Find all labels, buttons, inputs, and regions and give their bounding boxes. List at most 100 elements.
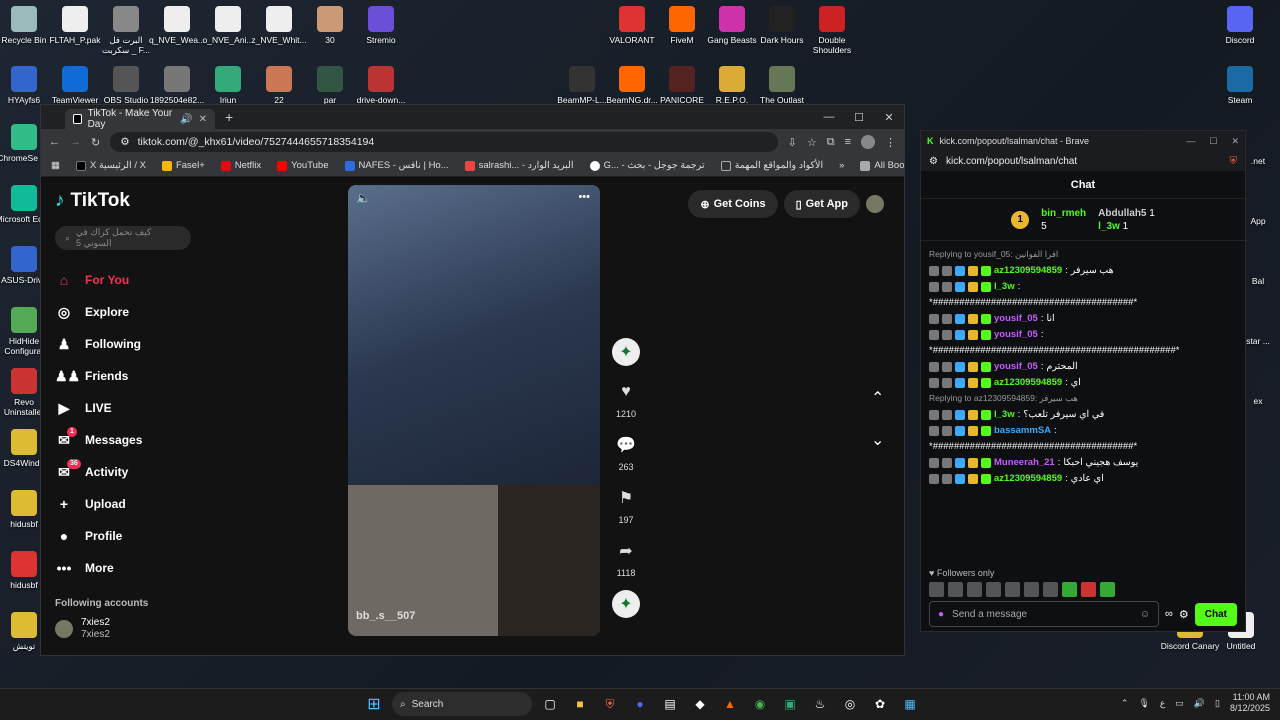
search-input[interactable]: ⌕ كيف تحمل كراك في السوني 5 — [55, 226, 191, 250]
bookmark-item[interactable]: الأكواد والمواقع المهمة — [720, 160, 823, 171]
desktop-icon[interactable]: The Outlast — [752, 66, 812, 105]
bookmark-item[interactable]: NAFES - نافس | Ho... — [344, 160, 449, 171]
emote[interactable] — [948, 582, 963, 597]
menu-icon[interactable]: ⋮ — [885, 136, 896, 149]
media-icon[interactable]: ≡ — [845, 136, 851, 148]
app-icon[interactable]: ✿ — [868, 692, 892, 716]
store-icon[interactable]: ▤ — [658, 692, 682, 716]
volume-icon[interactable]: 🔊 — [1194, 698, 1205, 709]
emote[interactable] — [1062, 582, 1077, 597]
back-icon[interactable]: ← — [49, 136, 60, 148]
video-player[interactable]: 🔈 ••• bb_.s__507 — [348, 185, 600, 636]
more-bookmarks-icon[interactable]: » — [839, 160, 844, 171]
emote[interactable] — [1100, 582, 1115, 597]
task-view-icon[interactable]: ▢ — [538, 692, 562, 716]
desktop-icon[interactable]: Double Shoulders — [802, 6, 862, 55]
maximize-icon[interactable]: ☐ — [844, 105, 874, 129]
user-avatar[interactable] — [866, 195, 884, 213]
chat-username[interactable]: bassammSA — [994, 424, 1051, 437]
chat-send-button[interactable]: Chat — [1194, 602, 1237, 626]
reply-context[interactable]: Replying to az12309594859: هب سيرفر — [929, 392, 1078, 405]
all-bookmarks[interactable]: All Bookmarks — [860, 160, 904, 171]
apps-icon[interactable]: ▦ — [51, 160, 60, 171]
close-icon[interactable]: ✕ — [1231, 136, 1239, 147]
chat-username[interactable]: az12309594859 — [994, 264, 1062, 277]
battery-icon[interactable]: ▯ — [1215, 698, 1220, 709]
chat-username[interactable]: yousif_05 — [994, 312, 1038, 325]
chat-username[interactable]: yousif_05 — [994, 328, 1038, 341]
desktop-icon[interactable]: Stremio — [351, 6, 411, 45]
emote[interactable] — [1005, 582, 1020, 597]
emote[interactable] — [967, 582, 982, 597]
nav-item-following[interactable]: ♟ Following — [55, 328, 217, 360]
app-icon[interactable]: ▦ — [898, 692, 922, 716]
desktop-icon[interactable]: Discord — [1210, 6, 1270, 45]
reply-context[interactable]: Replying to yousif_05: افرا الفوانين — [929, 248, 1058, 261]
app-icon[interactable]: ▣ — [778, 692, 802, 716]
nav-item-friends[interactable]: ♟♟ Friends — [55, 360, 217, 392]
language-indicator[interactable]: ع — [1160, 698, 1165, 709]
chat-username[interactable]: yousif_05 — [994, 360, 1038, 373]
emote[interactable] — [1024, 582, 1039, 597]
emote[interactable] — [986, 582, 1001, 597]
nav-item-for-you[interactable]: ⌂ For You — [55, 264, 217, 296]
nav-item-more[interactable]: ••• More — [55, 552, 217, 584]
creator-avatar[interactable]: ✦ — [612, 338, 640, 366]
emoji-icon[interactable]: ☺ — [1140, 609, 1150, 620]
nav-item-messages[interactable]: ✉ Messages 1 — [55, 424, 217, 456]
bookmark-item[interactable]: G... - ترجمة جوجل - بحث — [589, 160, 705, 171]
reload-icon[interactable]: ↻ — [91, 136, 100, 149]
chat-username[interactable]: az12309594859 — [994, 472, 1062, 485]
points-icon[interactable]: ∞ — [1165, 608, 1173, 620]
profile-avatar[interactable] — [861, 135, 875, 149]
close-tab-icon[interactable]: ✕ — [199, 114, 207, 125]
install-icon[interactable]: ⇩ — [788, 136, 797, 149]
previous-video-icon[interactable]: ⌃ — [871, 388, 884, 408]
share-button[interactable]: ➦ 1118 — [606, 537, 646, 578]
nav-item-upload[interactable]: + Upload — [55, 488, 217, 520]
volume-icon[interactable]: 🔈 — [356, 191, 371, 205]
nav-item-live[interactable]: ▶ LIVE — [55, 392, 217, 424]
save-button[interactable]: ⚑ 197 — [606, 484, 646, 525]
leader-name[interactable]: l_3w — [1098, 221, 1120, 232]
desktop-icon[interactable]: Steam — [1210, 66, 1270, 105]
discord-icon[interactable]: ● — [628, 692, 652, 716]
mic-tray-icon[interactable]: 🎙 — [1138, 698, 1149, 709]
chat-username[interactable]: Muneerah_21 — [994, 456, 1055, 469]
app-icon[interactable]: ▲ — [718, 692, 742, 716]
following-account[interactable]: 7xies2 7xies2 — [55, 617, 217, 641]
brave-shield-icon[interactable]: ⛨ — [1230, 156, 1238, 167]
mic-icon[interactable]: ● — [938, 609, 944, 620]
site-info-icon[interactable]: ⚙ — [120, 136, 129, 148]
file-explorer-icon[interactable]: ■ — [568, 692, 592, 716]
settings-icon[interactable]: ⚙ — [1179, 608, 1189, 621]
message-input[interactable]: ● Send a message ☺ — [929, 601, 1160, 627]
next-video-icon[interactable]: ⌄ — [871, 430, 884, 450]
minimize-icon[interactable]: — — [814, 105, 844, 129]
bookmark-item[interactable]: Netflix — [220, 160, 261, 171]
minimize-icon[interactable]: — — [1186, 136, 1195, 147]
extensions-icon[interactable]: ⧉ — [827, 136, 835, 149]
clock[interactable]: 11:00 AM 8/12/2025 — [1230, 692, 1270, 714]
emote[interactable] — [1081, 582, 1096, 597]
video-username[interactable]: bb_.s__507 — [356, 610, 415, 622]
bookmark-item[interactable]: salrashi... - البريد الوارد — [464, 160, 574, 171]
nav-item-explore[interactable]: ◎ Explore — [55, 296, 217, 328]
steam-icon[interactable]: ♨ — [808, 692, 832, 716]
bookmark-item[interactable]: YouTube — [277, 160, 329, 171]
forward-icon[interactable]: → — [70, 136, 81, 148]
get-app-button[interactable]: ▯ Get App — [783, 190, 860, 218]
tiktok-logo[interactable]: ♪ TikTok — [55, 190, 217, 212]
new-tab-icon[interactable]: + — [225, 109, 233, 125]
emote[interactable] — [929, 582, 944, 597]
bookmark-item[interactable]: X الرئيسية / X — [75, 160, 146, 171]
tray-chevron-icon[interactable]: ⌃ — [1121, 698, 1129, 709]
like-button[interactable]: ♥ 1210 — [606, 378, 646, 419]
start-icon[interactable]: ⊞ — [362, 692, 386, 716]
network-icon[interactable]: ▭ — [1175, 698, 1184, 709]
tab-tiktok[interactable]: TikTok - Make Your Day 🔊 ✕ — [65, 108, 215, 130]
nav-item-activity[interactable]: ✉ Activity 36 — [55, 456, 217, 488]
close-icon[interactable]: ✕ — [874, 105, 904, 129]
chat-username[interactable]: l_3w — [994, 408, 1015, 421]
leader-name[interactable]: Abdullah5 — [1098, 208, 1146, 219]
